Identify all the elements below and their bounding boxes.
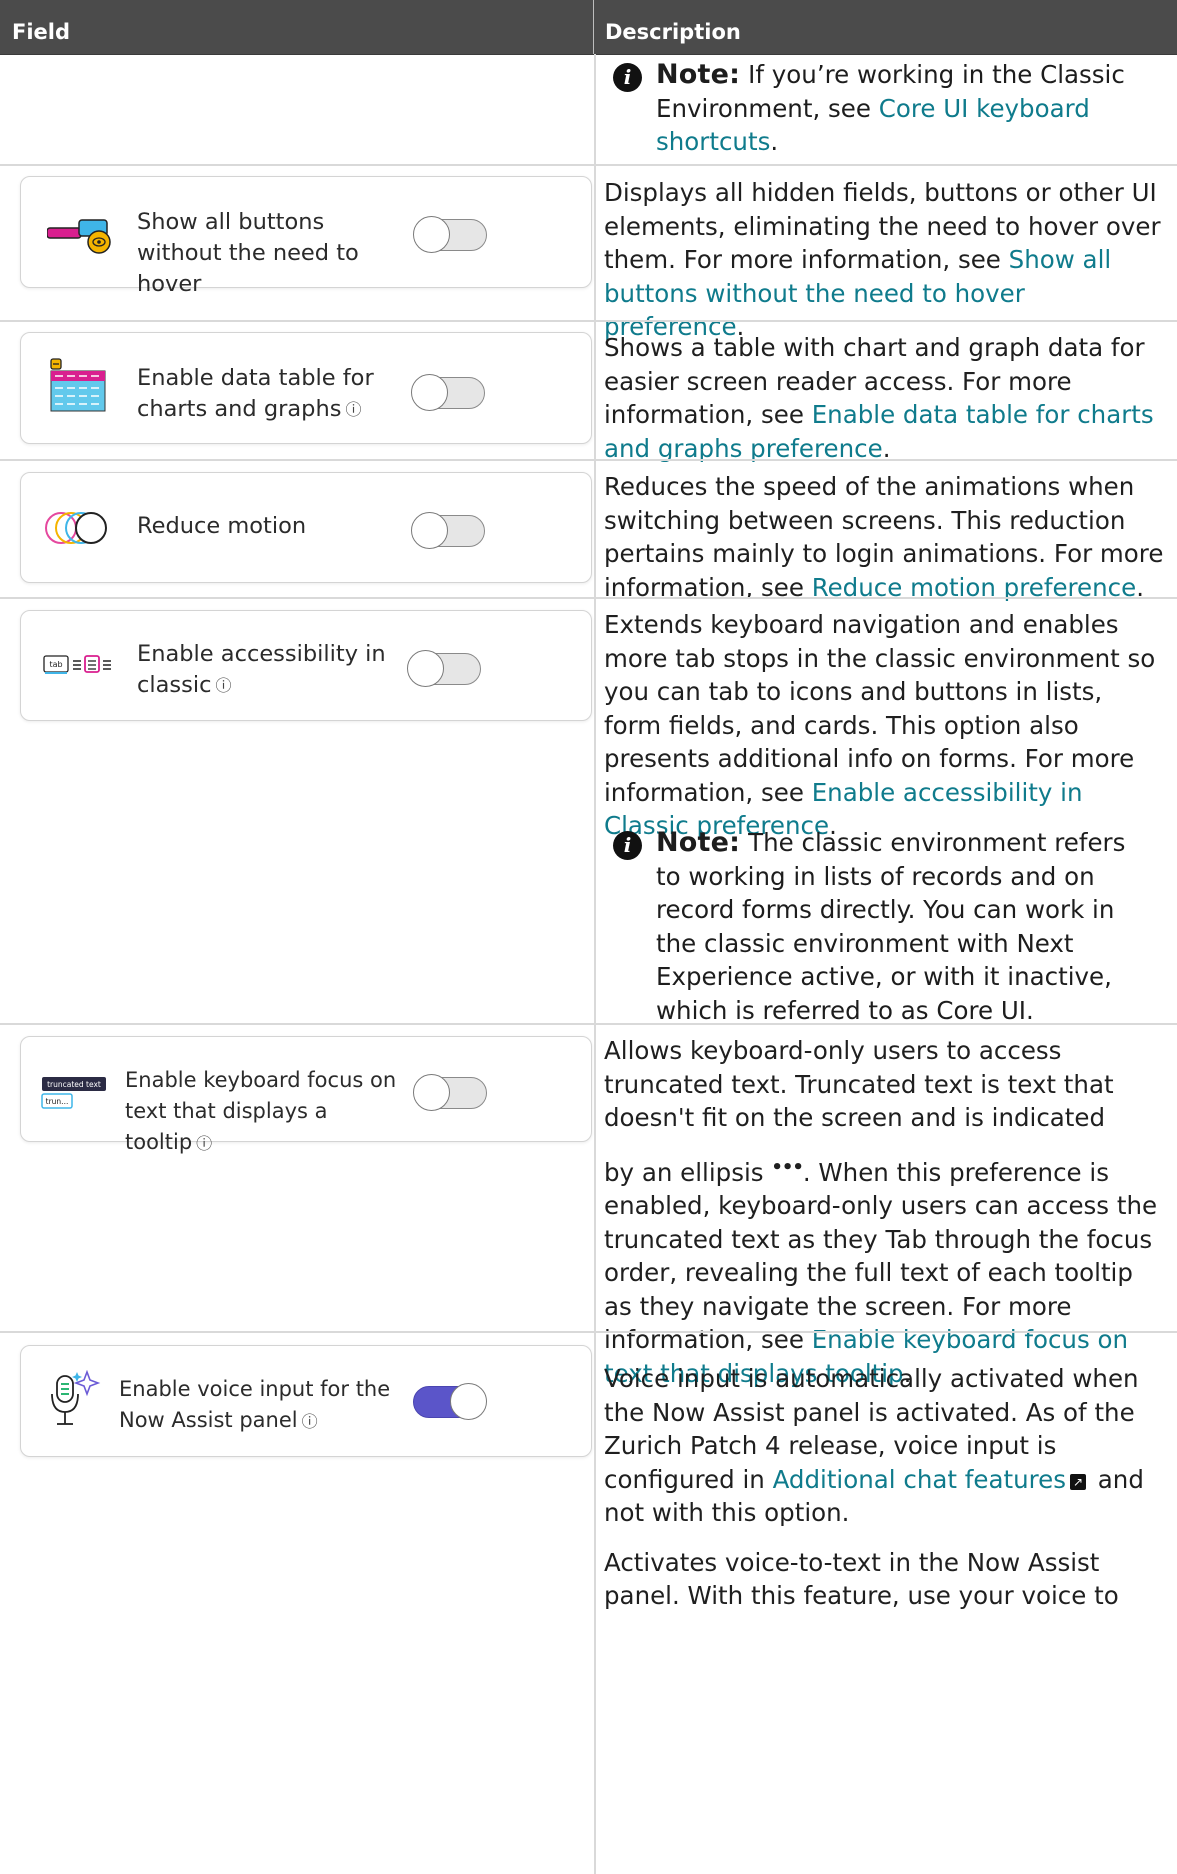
show-all-buttons-toggle[interactable] [413,216,487,253]
description-data-table: Shows a table with chart and graph data … [604,331,1164,465]
card-label-text: Enable voice input for the Now Assist pa… [119,1377,391,1432]
keyboard-focus-tooltip-toggle[interactable] [413,1074,487,1111]
description-keyboard-focus-tooltip: Allows keyboard-only users to access tru… [604,1034,1164,1390]
toggle-knob [407,650,444,687]
accessibility-classic-toggle[interactable] [407,650,481,687]
voice-input-toggle[interactable] [413,1383,487,1420]
info-circle-icon[interactable]: ⓘ [196,1134,212,1153]
toggle-knob [411,512,448,549]
preference-card-keyboard-focus-tooltip: truncated text trun... Enable keyboard f… [20,1036,592,1154]
data-table-icon [50,358,106,412]
info-circle-icon[interactable]: ⓘ [345,400,361,419]
note-period: . [770,127,779,156]
info-icon: i [613,63,642,92]
card-label: Enable keyboard focus on text that displ… [125,1065,405,1159]
row-divider [0,164,1177,166]
toggle-knob [411,374,448,411]
info-icon: i [613,831,642,860]
column-header-field: Field [0,0,594,54]
voice-input-icon [51,1370,101,1425]
note-label: Note: [656,827,741,858]
card-label: Enable data table for charts and graphs ⓘ [137,363,397,425]
truncated-text-icon: truncated text trun... [41,1077,106,1109]
preferences-table: Field Description i Note: If you’re worki… [0,0,1177,1874]
card-label-text: Enable accessibility in classic [137,641,386,698]
data-table-toggle[interactable] [411,374,485,411]
row-divider [0,320,1177,322]
row-divider [0,1023,1177,1025]
description-text: Allows keyboard-only users to access tru… [604,1036,1114,1132]
preference-card-reduce-motion: Reduce motion [20,472,592,583]
reduce-motion-toggle[interactable] [411,512,485,549]
table-header: Field Description [0,0,1177,55]
preference-card-data-table: Enable data table for charts and graphs ⓘ [20,332,592,444]
row-divider [0,459,1177,461]
card-label: Show all buttons without the need to hov… [137,209,359,297]
column-divider [594,54,596,1874]
description-text: Activates voice-to-text in the Now Assis… [604,1547,1119,1611]
additional-chat-features-link[interactable]: Additional chat features [773,1465,1066,1494]
show-buttons-icon [47,219,111,254]
truncated-short-label: trun... [46,1097,69,1106]
toggle-knob [413,1074,450,1111]
preference-card-voice-input: Enable voice input for the Now Assist pa… [20,1345,592,1457]
description-show-all-buttons: Displays all hidden fields, buttons or o… [604,176,1164,344]
toggle-knob [413,216,450,253]
preference-card-show-all-buttons: Show all buttons without the need to hov… [20,176,592,297]
description-text: by an ellipsis [604,1157,772,1187]
tab-stops-icon: tab [43,655,111,674]
description-accessibility-classic: Extends keyboard navigation and enables … [604,608,1164,843]
truncated-text-label: truncated text [47,1080,101,1089]
tab-icon-text: tab [49,660,62,669]
card-label-text: Enable keyboard focus on text that displ… [125,1068,397,1154]
description-reduce-motion: Reduces the speed of the animations when… [604,470,1164,604]
reduce-motion-icon [45,512,107,544]
card-label: Enable voice input for the Now Assist pa… [119,1374,399,1437]
description-voice-input: Voice input is automatically activated w… [604,1362,1164,1613]
ellipsis-icon: ••• [771,1156,804,1178]
toggle-knob [450,1383,487,1420]
card-label: Enable accessibility in classic ⓘ [137,639,387,701]
note-classic-environment-definition: i Note: The classic environment refers to… [613,826,1156,1027]
note-classic-environment: i Note: If you’re working in the Classic … [613,58,1156,159]
card-label: Reduce motion [137,513,307,539]
info-circle-icon[interactable]: ⓘ [215,676,231,695]
row-divider [0,1331,1177,1333]
card-label-text: Enable data table for charts and graphs [137,365,374,422]
note-label: Note: [656,59,741,90]
preference-card-accessibility-classic: tab Enable accessibility in classic ⓘ [20,610,592,721]
column-header-description: Description [605,20,741,44]
info-circle-icon[interactable]: ⓘ [302,1412,318,1431]
row-divider [0,597,1177,599]
external-link-icon[interactable]: ↗ [1069,1473,1086,1490]
